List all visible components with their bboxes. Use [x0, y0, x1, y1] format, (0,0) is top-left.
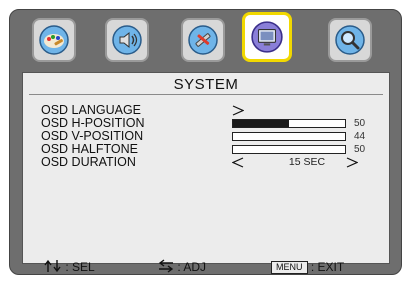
settings-panel: SYSTEM OSD LANGUAGE OSD H-POSITION 50 OS… [22, 72, 390, 264]
setting-label: OSD DURATION [41, 155, 136, 169]
left-right-arrows-icon [158, 259, 174, 273]
setting-osd-duration[interactable]: OSD DURATION 15 SEC [41, 156, 381, 169]
tab-audio[interactable] [105, 18, 149, 62]
setting-value: 50 [354, 144, 366, 155]
v-position-slider[interactable] [232, 132, 346, 141]
slider-fill [233, 120, 289, 127]
hint-select: : SEL [44, 259, 95, 275]
hint-select-label: : SEL [65, 260, 95, 274]
search-magnifier-icon [335, 25, 365, 55]
tab-system[interactable] [242, 12, 292, 62]
hint-adjust-label: : ADJ [177, 260, 207, 274]
arrow-left-icon[interactable] [232, 157, 244, 168]
tools-icon [188, 25, 218, 55]
menu-tab-bar [10, 10, 401, 72]
hint-exit-label: : EXIT [310, 260, 345, 274]
menu-key-icon: MENU [271, 261, 308, 274]
key-hint-bar: : SEL : ADJ MENU : EXIT [24, 259, 394, 275]
tab-search[interactable] [328, 18, 372, 62]
up-down-arrows-icon [44, 259, 61, 273]
page-title: SYSTEM [173, 76, 239, 93]
tab-tools[interactable] [181, 18, 225, 62]
osd-window: SYSTEM OSD LANGUAGE OSD H-POSITION 50 OS… [9, 9, 402, 275]
h-position-slider[interactable] [232, 119, 346, 128]
system-monitor-icon [251, 21, 283, 53]
setting-value: 50 [354, 118, 366, 129]
arrow-right-icon[interactable] [232, 105, 244, 116]
setting-value: 44 [354, 131, 366, 142]
hint-exit: MENU : EXIT [271, 259, 344, 275]
speaker-icon [112, 25, 142, 55]
tab-color[interactable] [32, 18, 76, 62]
arrow-right-icon[interactable] [346, 157, 358, 168]
settings-list: OSD LANGUAGE OSD H-POSITION 50 OSD V-POS… [41, 104, 381, 169]
title-divider [29, 94, 383, 95]
hint-adjust: : ADJ [158, 259, 206, 275]
slider-fill [233, 133, 283, 140]
slider-fill [233, 146, 289, 153]
color-palette-icon [39, 25, 69, 55]
duration-value: 15 SEC [288, 156, 326, 168]
halftone-slider[interactable] [232, 145, 346, 154]
